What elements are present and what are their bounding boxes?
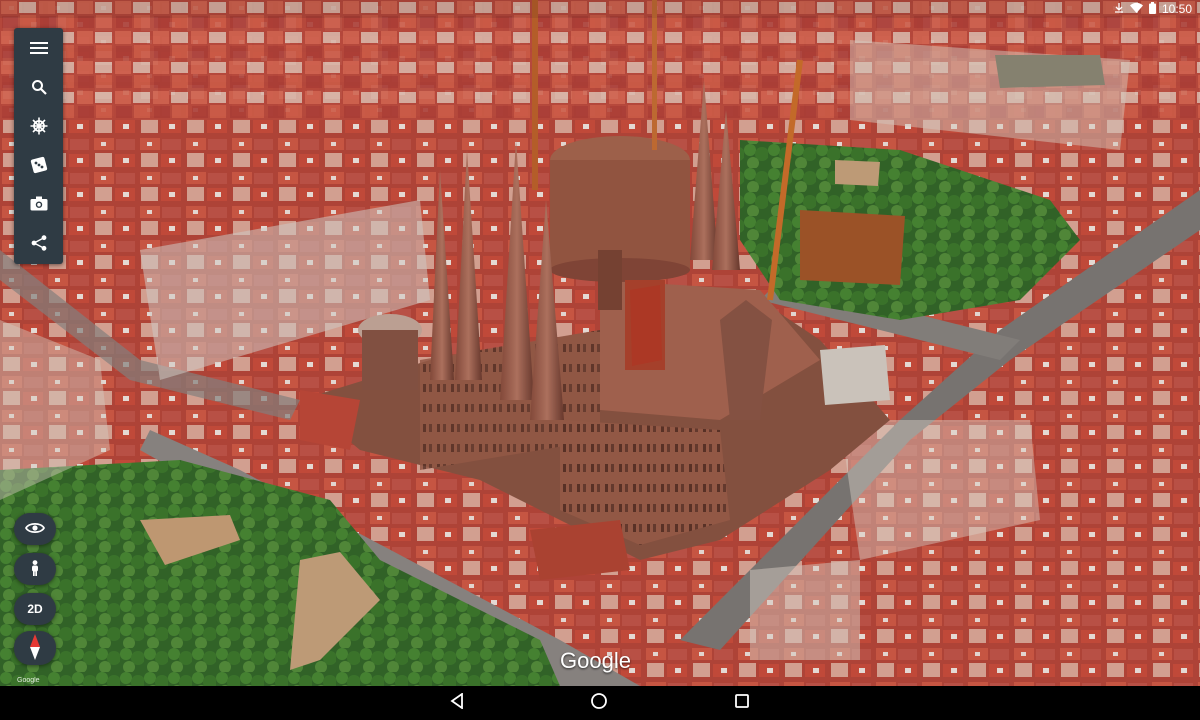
share-button[interactable] [14, 223, 63, 262]
recent-apps-button[interactable] [731, 693, 753, 713]
toggle-2d-button[interactable]: 2D [14, 593, 56, 625]
status-bar: 10:50 [0, 0, 1200, 18]
pegman-icon [30, 559, 40, 579]
navigation-bar [0, 686, 1200, 720]
status-time: 10:50 [1161, 2, 1192, 16]
earth-screen: 10:50 2D Google Google [0, 0, 1200, 720]
earth-toolbar [14, 28, 63, 264]
recent-apps-icon [734, 693, 750, 714]
home-button[interactable] [588, 692, 610, 715]
dice-icon [30, 156, 48, 174]
search-icon [31, 79, 47, 95]
google-small-label: Google [17, 677, 40, 684]
ships-wheel-icon [30, 117, 48, 135]
menu-button[interactable] [14, 28, 63, 67]
voyager-button[interactable] [14, 106, 63, 145]
view-mode-button[interactable] [14, 513, 56, 545]
map-3d-view[interactable] [0, 0, 1200, 686]
toggle-2d-label: 2D [27, 602, 43, 616]
postcard-button[interactable] [14, 184, 63, 223]
feeling-lucky-button[interactable] [14, 145, 63, 184]
street-view-button[interactable] [14, 553, 56, 585]
share-icon [31, 234, 47, 251]
back-button[interactable] [446, 691, 468, 714]
download-icon [1114, 2, 1124, 16]
camera-icon [30, 196, 48, 211]
google-watermark: Google [560, 648, 631, 673]
search-button[interactable] [14, 67, 63, 106]
aerial-city-view[interactable] [0, 0, 1200, 686]
home-icon [590, 692, 608, 715]
wifi-icon [1129, 2, 1143, 16]
back-icon [450, 691, 464, 714]
compass-icon [29, 633, 41, 663]
eye-icon [24, 521, 46, 538]
menu-icon [29, 41, 48, 55]
compass-button[interactable] [14, 631, 56, 665]
battery-icon [1148, 1, 1156, 17]
